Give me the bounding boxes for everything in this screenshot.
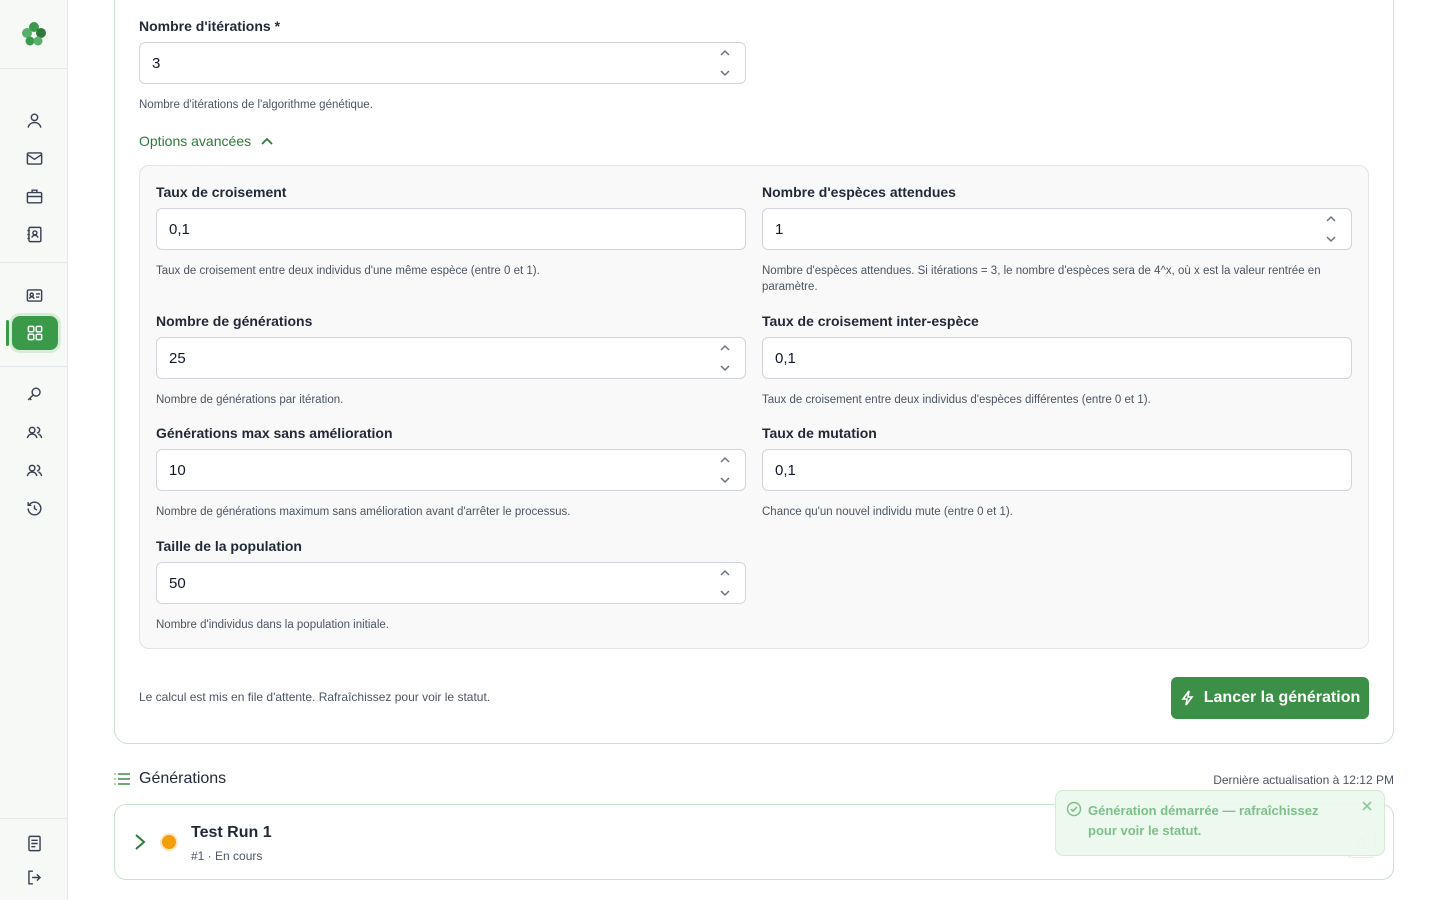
max-no-improvement-label: Générations max sans amélioration	[156, 425, 393, 441]
close-icon[interactable]	[1360, 799, 1374, 813]
inter-species-crossover-value[interactable]	[775, 349, 1294, 367]
sidebar-divider	[0, 68, 67, 69]
max-no-improvement-value[interactable]	[169, 461, 688, 479]
contact-book-icon[interactable]	[22, 222, 46, 246]
list-icon	[114, 773, 130, 785]
user-icon[interactable]	[22, 108, 46, 132]
last-update-timestamp: Dernière actualisation à 12:12 PM	[1213, 773, 1394, 787]
generations-input[interactable]	[156, 337, 746, 379]
launch-generation-label: Lancer la génération	[1203, 689, 1361, 706]
inter-species-crossover-label: Taux de croisement inter-espèce	[762, 313, 979, 329]
generations-value[interactable]	[169, 349, 688, 367]
active-indicator	[6, 320, 9, 346]
generations-help: Nombre de générations par itération.	[156, 394, 344, 406]
generation-name: Test Run 1	[191, 824, 272, 841]
max-no-improvement-stepper[interactable]	[719, 454, 733, 486]
chevron-up-icon[interactable]	[719, 567, 731, 579]
briefcase-icon[interactable]	[22, 184, 46, 208]
inter-species-crossover-input[interactable]	[762, 337, 1352, 379]
expected-species-input[interactable]	[762, 208, 1352, 250]
check-circle-icon	[1066, 801, 1082, 817]
history-icon[interactable]	[22, 496, 46, 520]
team-icon[interactable]	[22, 458, 46, 482]
chevron-down-icon[interactable]	[719, 362, 731, 374]
iterations-value[interactable]	[152, 54, 686, 72]
chevron-down-icon[interactable]	[719, 587, 731, 599]
sidebar-divider	[0, 262, 67, 263]
generations-section-title: Générations	[113, 770, 226, 788]
clover-logo-icon[interactable]	[18, 18, 50, 50]
population-size-help: Nombre d'individus dans la population in…	[156, 619, 389, 631]
mutation-rate-label: Taux de mutation	[762, 425, 877, 441]
chevron-up-icon	[261, 137, 273, 145]
id-card-icon[interactable]	[22, 283, 46, 307]
expected-species-value[interactable]	[775, 220, 1294, 238]
toast-message: Génération démarrée — rafraîchissez pour…	[1088, 803, 1319, 838]
population-size-value[interactable]	[169, 574, 688, 592]
crossover-rate-help: Taux de croisement entre deux individus …	[156, 265, 540, 277]
advanced-options-toggle[interactable]: Options avancées	[139, 133, 275, 149]
chevron-down-icon[interactable]	[1325, 233, 1337, 245]
mutation-rate-help: Chance qu'un nouvel individu mute (entre…	[762, 506, 1013, 518]
status-dot	[162, 835, 176, 849]
chevron-down-icon[interactable]	[719, 67, 731, 79]
sidebar	[0, 0, 68, 900]
chevron-up-icon[interactable]	[1325, 213, 1337, 225]
iterations-stepper[interactable]	[719, 47, 733, 79]
launch-generation-button[interactable]: Lancer la génération	[1171, 677, 1369, 719]
advanced-options-label: Options avancées	[139, 133, 252, 149]
generations-stepper[interactable]	[719, 342, 733, 374]
mutation-rate-input[interactable]	[762, 449, 1352, 491]
chevron-up-icon[interactable]	[719, 454, 731, 466]
expected-species-help: Nombre d'espèces attendues. Si itération…	[762, 265, 1321, 293]
iterations-label: Nombre d'itérations *	[139, 18, 281, 34]
expected-species-label: Nombre d'espèces attendues	[762, 184, 956, 200]
logout-icon[interactable]	[22, 865, 46, 889]
generations-title: Générations	[139, 770, 227, 787]
search-key-icon[interactable]	[22, 382, 46, 406]
sidebar-divider	[0, 366, 67, 367]
generation-subtitle: #1 · En cours	[191, 849, 263, 863]
lightning-icon	[1181, 690, 1194, 706]
dashboard-grid-icon[interactable]	[12, 316, 58, 350]
chevron-down-icon[interactable]	[719, 474, 731, 486]
inter-species-crossover-help: Taux de croisement entre deux individus …	[762, 394, 1151, 406]
iterations-help: Nombre d'itérations de l'algorithme géné…	[139, 99, 373, 111]
population-size-input[interactable]	[156, 562, 746, 604]
max-no-improvement-help: Nombre de générations maximum sans améli…	[156, 506, 571, 518]
max-no-improvement-input[interactable]	[156, 449, 746, 491]
mutation-rate-value[interactable]	[775, 461, 1294, 479]
toast-notification: Génération démarrée — rafraîchissez pour…	[1055, 790, 1385, 856]
crossover-rate-label: Taux de croisement	[156, 184, 287, 200]
population-size-stepper[interactable]	[719, 567, 733, 599]
crossover-rate-value[interactable]	[169, 220, 688, 238]
chevron-up-icon[interactable]	[719, 342, 731, 354]
crossover-rate-input[interactable]	[156, 208, 746, 250]
chevron-up-icon[interactable]	[719, 47, 731, 59]
sidebar-divider	[0, 818, 67, 819]
generations-label: Nombre de générations	[156, 313, 313, 329]
population-size-label: Taille de la population	[156, 538, 302, 554]
users-icon[interactable]	[22, 420, 46, 444]
mail-icon[interactable]	[22, 146, 46, 170]
expected-species-stepper[interactable]	[1325, 213, 1339, 245]
chevron-right-icon[interactable]	[132, 832, 148, 852]
iterations-input[interactable]	[139, 42, 746, 84]
document-icon[interactable]	[22, 831, 46, 855]
queue-note: Le calcul est mis en file d'attente. Raf…	[139, 690, 491, 704]
